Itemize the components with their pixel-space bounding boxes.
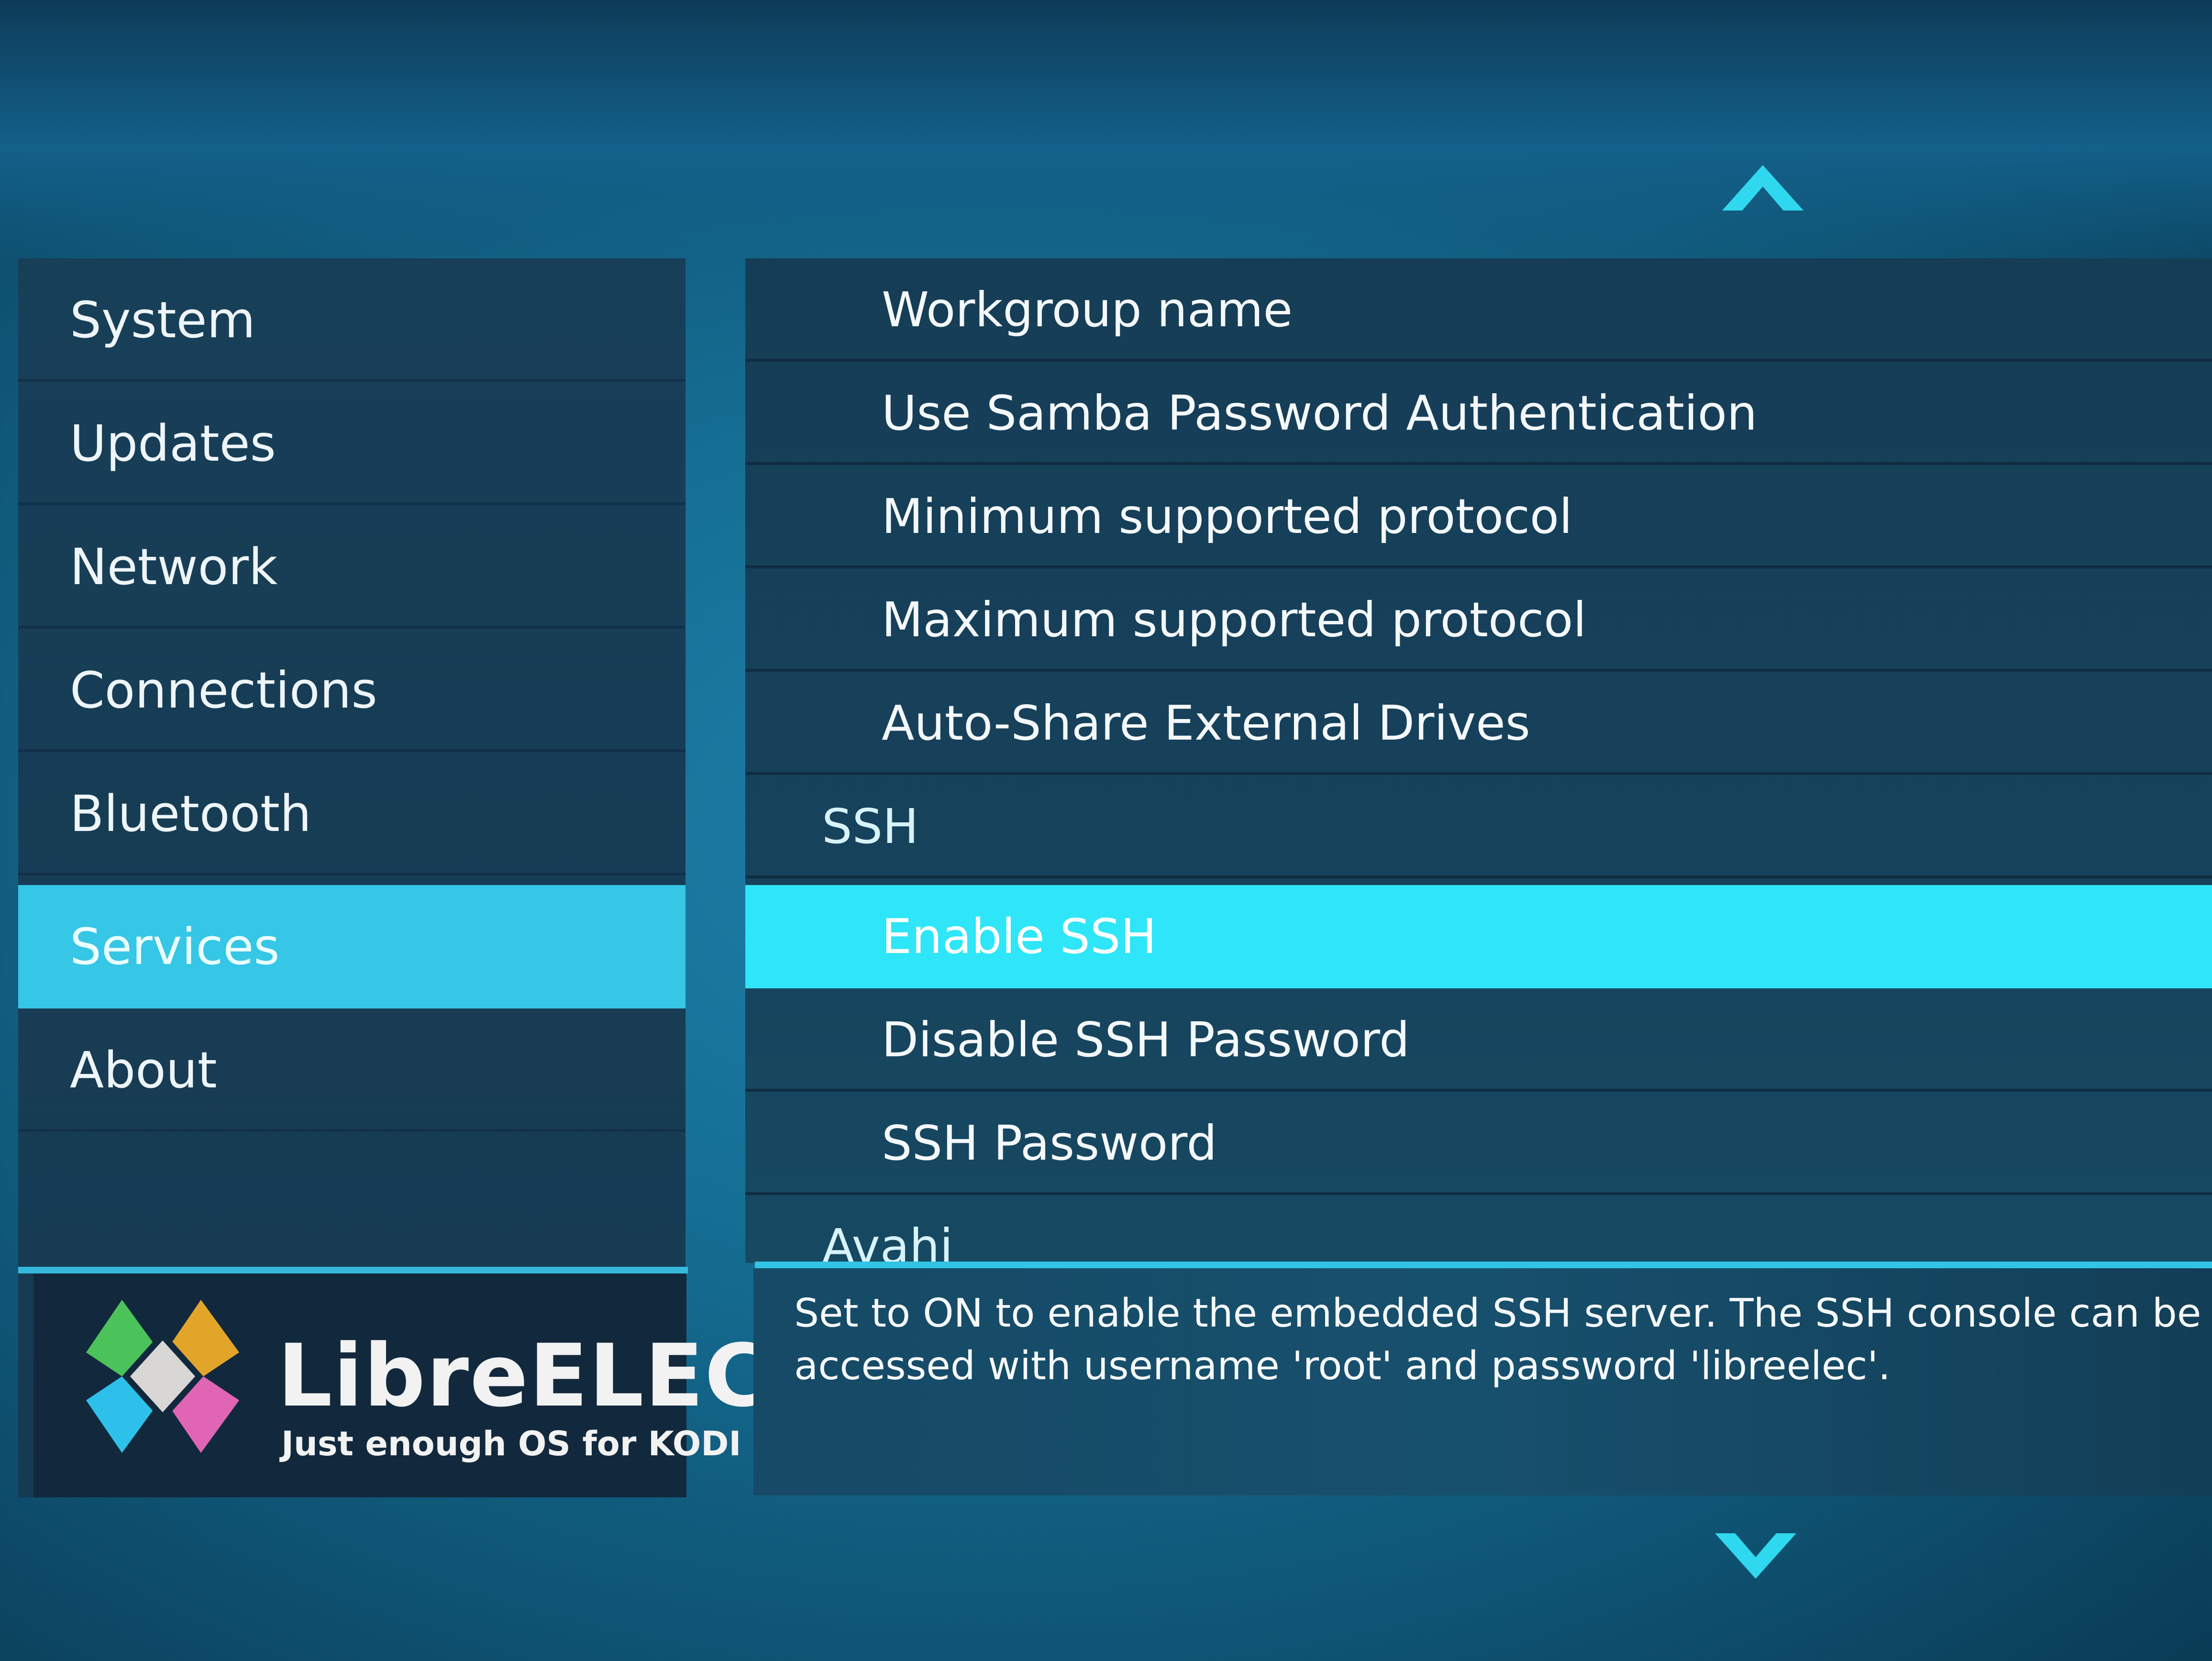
brand-tagline: Just enough OS for KODI — [281, 1424, 741, 1463]
setting-label: Disable SSH Password — [882, 1012, 1410, 1068]
sidebar-item-updates[interactable]: Updates — [18, 382, 686, 505]
section-label: Avahi — [822, 1218, 953, 1263]
section-header-ssh: SSH — [745, 775, 2212, 878]
sidebar-divider — [18, 1267, 688, 1273]
setting-label: Workgroup name — [882, 282, 1293, 338]
section-label: SSH — [822, 798, 919, 854]
setting-max-protocol[interactable]: Maximum supported protocol — [745, 568, 2212, 672]
chevron-down-icon[interactable] — [1715, 1533, 1796, 1579]
setting-auto-share-drives[interactable]: Auto-Share External Drives — [745, 672, 2212, 775]
setting-enable-ssh[interactable]: Enable SSH — [745, 885, 2212, 988]
description-divider — [755, 1262, 2212, 1268]
sidebar-item-label: Updates — [70, 414, 276, 473]
sidebar-item-label: Bluetooth — [70, 785, 311, 843]
setting-samba-password-auth[interactable]: Use Samba Password Authentication — [745, 362, 2212, 465]
setting-disable-ssh-password[interactable]: Disable SSH Password — [745, 988, 2212, 1092]
settings-list: Workgroup name Use Samba Password Authen… — [745, 258, 2212, 1263]
setting-label: Enable SSH — [882, 908, 1157, 964]
sidebar-item-services[interactable]: Services — [18, 885, 686, 1008]
description-panel: Set to ON to enable the embedded SSH ser… — [753, 1268, 2212, 1495]
libreelec-logo-icon — [81, 1297, 244, 1457]
setting-label: Use Samba Password Authentication — [882, 385, 1758, 441]
sidebar-item-label: Connections — [70, 661, 377, 720]
sidebar-item-system[interactable]: System — [18, 258, 686, 382]
sidebar-item-label: System — [70, 291, 255, 349]
setting-label: Minimum supported protocol — [882, 488, 1572, 544]
setting-ssh-password[interactable]: SSH Password — [745, 1092, 2212, 1195]
sidebar-item-label: Network — [70, 538, 278, 596]
chevron-up-icon[interactable] — [1722, 165, 1803, 210]
brand-panel: LibreELEC Just enough OS for KODI — [33, 1273, 768, 1497]
setting-label: SSH Password — [882, 1115, 1217, 1171]
sidebar-item-bluetooth[interactable]: Bluetooth — [18, 752, 686, 875]
setting-label: Maximum supported protocol — [882, 592, 1587, 648]
brand-name: LibreELEC — [277, 1326, 769, 1426]
sidebar-item-label: Services — [70, 918, 280, 976]
setting-min-protocol[interactable]: Minimum supported protocol — [745, 465, 2212, 568]
setting-workgroup-name[interactable]: Workgroup name — [745, 258, 2212, 362]
sidebar-item-connections[interactable]: Connections — [18, 629, 686, 752]
section-header-avahi: Avahi — [745, 1195, 2212, 1263]
sidebar-item-about[interactable]: About — [18, 1008, 686, 1132]
background-top-shade — [0, 0, 2212, 268]
sidebar-item-network[interactable]: Network — [18, 505, 686, 629]
setting-label: Auto-Share External Drives — [882, 695, 1530, 751]
setting-description: Set to ON to enable the embedded SSH ser… — [794, 1291, 2201, 1389]
sidebar-item-label: About — [70, 1041, 217, 1099]
